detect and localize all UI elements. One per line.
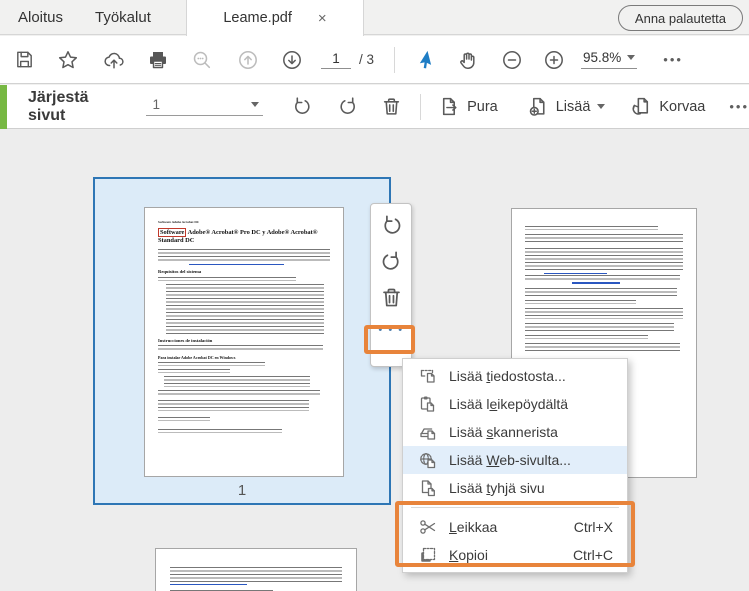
tab-tools[interactable]: Työkalut: [95, 0, 151, 35]
replace-button[interactable]: Korvaa: [631, 96, 705, 117]
menu-item-insert-from-scanner[interactable]: Lisää skannerista: [403, 418, 627, 446]
main-toolbar: 1 / 3 95.8% •••: [0, 36, 749, 84]
page-1-number: 1: [237, 482, 247, 499]
insert-button[interactable]: Lisää: [528, 96, 606, 117]
menu-item-cut[interactable]: Leikkaa Ctrl+X: [403, 513, 627, 541]
page-1-preview[interactable]: Software Adobe Acrobat DC Software Adobe…: [144, 207, 344, 477]
insert-context-menu: Lisää tiedostosta... Lisää leikepöydältä…: [402, 358, 628, 573]
close-icon[interactable]: ×: [318, 11, 327, 26]
menu-item-insert-from-clipboard[interactable]: Lisää leikepöydältä: [403, 390, 627, 418]
menu-item-shortcut: Ctrl+C: [572, 547, 613, 563]
menu-item-label: Lisää Web-sivulta...: [449, 452, 571, 468]
zoom-in-icon[interactable]: [543, 49, 565, 71]
tool-accent-bar: [0, 85, 7, 129]
rotate-left-icon[interactable]: [291, 96, 312, 117]
menu-item-label: Leikkaa: [449, 519, 498, 535]
select-tool-icon[interactable]: [415, 49, 437, 71]
star-icon[interactable]: [57, 49, 79, 71]
chevron-down-icon: [251, 102, 260, 107]
previous-page-icon: [237, 49, 259, 71]
rotate-left-icon[interactable]: [380, 214, 403, 237]
doc-header: Software Adobe Acrobat DC: [158, 220, 200, 224]
rotate-right-icon[interactable]: [380, 250, 403, 273]
doc-title: Software Adobe® Acrobat® Pro DC y Adobe®…: [158, 228, 318, 244]
doc-heading-1: Requisitos del sistema: [158, 269, 202, 275]
toolbar-divider: [420, 93, 422, 120]
replace-icon: [631, 96, 652, 117]
organize-pages-toolbar: Järjestä sivut 1 Pura Lisää Korvaa •••: [0, 85, 749, 129]
search-icon: [191, 49, 213, 71]
scissors-icon: [418, 518, 437, 536]
hand-tool-icon[interactable]: [457, 49, 479, 71]
doc-heading-3: Para instalar Adobe Acrobat DC en Window…: [158, 355, 236, 361]
menu-item-insert-from-web-page[interactable]: Lisää Web-sivulta...: [403, 446, 627, 474]
chevron-down-icon: [627, 55, 636, 60]
page-range-input[interactable]: 1: [146, 97, 264, 116]
highlight-box: Software: [158, 228, 187, 237]
menu-item-label: Lisää skannerista: [449, 424, 558, 440]
menu-item-label: Lisää tyhjä sivu: [449, 480, 545, 496]
clipboard-icon: [418, 395, 437, 413]
delete-page-icon[interactable]: [380, 286, 403, 309]
thumbnail-grid: Software Adobe Acrobat DC Software Adobe…: [0, 129, 749, 591]
document-tab[interactable]: Leame.pdf ×: [186, 0, 364, 36]
tab-home[interactable]: Aloitus: [18, 0, 63, 35]
menu-item-label: Lisää leikepöydältä: [449, 396, 569, 412]
menu-item-label: Kopioi: [449, 547, 488, 563]
blank-page-icon: [418, 479, 437, 497]
insert-icon: [528, 96, 549, 117]
page-actions-panel: • • •: [370, 203, 412, 367]
chevron-down-icon: [597, 104, 606, 109]
zoom-level-value: 95.8%: [583, 50, 622, 65]
extract-icon: [439, 96, 460, 117]
extract-button[interactable]: Pura: [439, 96, 498, 117]
menu-item-shortcut: Ctrl+X: [573, 519, 613, 535]
copy-icon: [418, 546, 437, 564]
zoom-out-icon[interactable]: [501, 49, 523, 71]
menu-separator: [411, 507, 619, 508]
page-1-thumbnail-selected[interactable]: Software Adobe Acrobat DC Software Adobe…: [93, 177, 391, 505]
toolbar-more-button[interactable]: •••: [663, 52, 683, 67]
tool-title: Järjestä sivut: [28, 88, 89, 124]
save-icon[interactable]: [14, 49, 35, 70]
feedback-button[interactable]: Anna palautetta: [617, 5, 743, 31]
zoom-level-dropdown[interactable]: 95.8%: [581, 50, 638, 69]
organize-more-button[interactable]: •••: [729, 99, 749, 114]
print-icon[interactable]: [147, 49, 169, 71]
delete-page-icon[interactable]: [381, 96, 402, 117]
share-upload-icon[interactable]: [103, 49, 125, 71]
scanner-icon: [418, 423, 437, 441]
menu-item-insert-from-file[interactable]: Lisää tiedostosta...: [403, 362, 627, 390]
menu-item-label: Lisää tiedostosta...: [449, 368, 566, 384]
document-tab-title: Leame.pdf: [223, 10, 292, 26]
insert-from-file-icon: [418, 367, 437, 385]
page-3-preview[interactable]: [155, 548, 357, 591]
page-actions-more-button[interactable]: • • •: [378, 324, 403, 336]
menu-item-copy[interactable]: Kopioi Ctrl+C: [403, 541, 627, 569]
tab-bar: Aloitus Työkalut Leame.pdf × Anna palaut…: [0, 0, 749, 36]
toolbar-divider: [394, 46, 396, 73]
menu-item-insert-blank-page[interactable]: Lisää tyhjä sivu: [403, 474, 627, 502]
page-number-input[interactable]: 1: [321, 51, 351, 69]
rotate-right-icon[interactable]: [338, 96, 359, 117]
globe-icon: [418, 451, 437, 469]
page-total-label: / 3: [359, 52, 375, 67]
doc-heading-2: Instrucciones de instalación: [158, 337, 213, 343]
next-page-icon[interactable]: [281, 49, 303, 71]
